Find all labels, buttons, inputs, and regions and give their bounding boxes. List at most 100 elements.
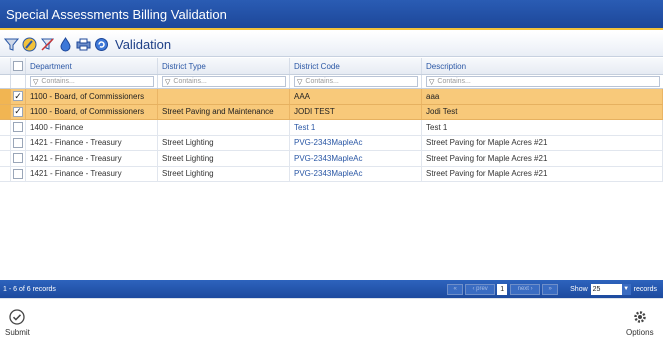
last-page-button[interactable]: » [542, 283, 559, 295]
row-checkbox[interactable] [13, 153, 23, 164]
column-header-department[interactable]: Department [26, 58, 158, 74]
cell-district-type [158, 89, 290, 104]
cell-district-code-link[interactable]: PVG-2343MapleAc [290, 166, 422, 181]
record-count: 1 - 6 of 6 records [3, 285, 56, 293]
row-check-cell: ✓ [11, 104, 26, 119]
column-header-description[interactable]: Description [422, 58, 663, 74]
no-filter-icon[interactable] [39, 36, 55, 52]
check-circle-icon [9, 309, 26, 325]
cell-district-type: Street Lighting [158, 151, 290, 166]
options-button[interactable]: Options [626, 309, 654, 337]
row-indicator [0, 135, 11, 150]
row-check-cell: ✓ [11, 89, 26, 104]
refresh-icon[interactable] [93, 36, 109, 52]
filter-district-code[interactable]: ▽ Contains... [294, 76, 418, 87]
filter-icon: ▽ [297, 78, 303, 86]
prev-page-button[interactable]: ‹ prev [465, 283, 496, 295]
row-check-cell [11, 151, 26, 166]
row-checkbox[interactable] [13, 168, 23, 179]
row-checkbox[interactable]: ✓ [13, 106, 23, 117]
filter-cell-description: ▽ Contains... [422, 75, 663, 88]
cell-district-type: Street Paving and Maintenance [158, 104, 290, 119]
page-size-value: 25 [592, 285, 601, 293]
cell-description: Test 1 [422, 120, 663, 135]
filter-cell-department: ▽ Contains... [26, 75, 158, 88]
filter-cell-district-type: ▽ Contains... [158, 75, 290, 88]
row-checkbox[interactable]: ✓ [13, 91, 23, 102]
table-row[interactable]: 1421 - Finance - Treasury Street Lightin… [0, 135, 663, 151]
toolbar-title: Validation [115, 36, 172, 52]
cell-description: Street Paving for Maple Acres #21 [422, 166, 663, 181]
cell-description: Street Paving for Maple Acres #21 [422, 135, 663, 150]
cell-department: 1400 - Finance [26, 120, 158, 135]
select-all-checkbox[interactable] [13, 61, 23, 71]
row-checkbox[interactable] [13, 122, 23, 133]
edit-icon[interactable] [21, 36, 37, 52]
row-check-cell [11, 135, 26, 150]
row-indicator [0, 151, 11, 166]
row-indicator-header [0, 58, 11, 74]
row-check-cell [11, 166, 26, 181]
gear-icon [634, 311, 646, 323]
column-header-district-code[interactable]: District Code [290, 58, 422, 74]
cell-district-code: JODI TEST [290, 104, 422, 119]
filter-placeholder: Contains... [41, 78, 75, 85]
table-row[interactable]: 1421 - Finance - Treasury Street Lightin… [0, 166, 663, 182]
cell-department: 1421 - Finance - Treasury [26, 135, 158, 150]
filter-icon: ▽ [33, 78, 39, 86]
row-check-cell [11, 120, 26, 135]
chevron-down-icon[interactable]: ▼ [621, 283, 631, 295]
row-indicator [0, 120, 11, 135]
filter-indicator [0, 75, 11, 88]
cell-district-type: Street Lighting [158, 166, 290, 181]
row-indicator [0, 166, 11, 181]
submit-label: Submit [5, 328, 30, 337]
window-title: Special Assessments Billing Validation [0, 0, 663, 30]
toolbar: Validation [0, 32, 663, 57]
row-checkbox[interactable] [13, 137, 23, 148]
filter-description[interactable]: ▽ Contains... [426, 76, 660, 87]
first-page-button[interactable]: « [447, 283, 464, 295]
records-label: records [633, 285, 657, 293]
action-bar: Submit Options [0, 298, 663, 345]
table-row[interactable]: 1400 - Finance Test 1 Test 1 [0, 120, 663, 136]
cell-district-code: AAA [290, 89, 422, 104]
cell-district-code-link[interactable]: Test 1 [290, 120, 422, 135]
filter-department[interactable]: ▽ Contains... [30, 76, 154, 87]
grid-header-row: Department District Type District Code D… [0, 58, 663, 75]
cell-description: Street Paving for Maple Acres #21 [422, 151, 663, 166]
print-icon[interactable] [75, 36, 91, 52]
table-row[interactable]: ✓ 1100 - Board, of Commissioners AAA aaa [0, 89, 663, 105]
row-indicator [0, 104, 11, 119]
grid-empty-area [0, 184, 663, 280]
cell-district-code-link[interactable]: PVG-2343MapleAc [290, 135, 422, 150]
filter-placeholder: Contains... [305, 78, 339, 85]
current-page[interactable]: 1 [497, 283, 508, 295]
filter-row: ▽ Contains... ▽ Contains... ▽ Contains... ▽… [0, 75, 663, 89]
cell-district-code-link[interactable]: PVG-2343MapleAc [290, 151, 422, 166]
page-size-select[interactable]: 25 ▼ [590, 283, 631, 295]
table-row[interactable]: 1421 - Finance - Treasury Street Lightin… [0, 151, 663, 167]
next-page-button[interactable]: next › [510, 283, 541, 295]
cell-description: Jodi Test [422, 104, 663, 119]
filter-spacer [11, 75, 26, 88]
submit-button[interactable]: Submit [5, 309, 30, 337]
cell-department: 1421 - Finance - Treasury [26, 151, 158, 166]
select-all-cell [11, 58, 26, 74]
pager-bar: 1 - 6 of 6 records « ‹ prev 1 next › » S… [0, 280, 663, 298]
filter-placeholder: Contains... [173, 78, 207, 85]
filter-icon: ▽ [429, 78, 435, 86]
cell-department: 1100 - Board, of Commissioners [26, 89, 158, 104]
cell-description: aaa [422, 89, 663, 104]
filter-placeholder: Contains... [437, 78, 471, 85]
clear-filter-icon[interactable] [3, 36, 19, 52]
cell-department: 1100 - Board, of Commissioners [26, 104, 158, 119]
cell-district-type: Street Lighting [158, 135, 290, 150]
filter-district-type[interactable]: ▽ Contains... [162, 76, 286, 87]
table-row[interactable]: ✓ 1100 - Board, of Commissioners Street … [0, 104, 663, 120]
cell-district-type [158, 120, 290, 135]
column-header-district-type[interactable]: District Type [158, 58, 290, 74]
drop-icon[interactable] [57, 36, 73, 52]
pager-controls: « ‹ prev 1 next › » Show 25 ▼ records [447, 283, 663, 295]
filter-icon: ▽ [165, 78, 171, 86]
